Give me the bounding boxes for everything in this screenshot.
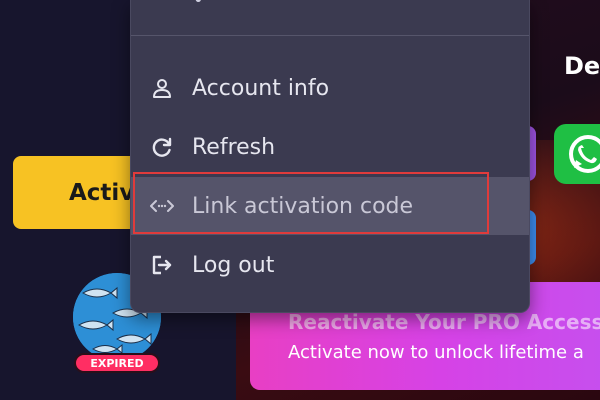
menu-item-label: Log out: [192, 252, 275, 278]
promo-title: Reactivate Your PRO Access: [288, 310, 600, 334]
whatsapp-app-tile[interactable]: [554, 124, 600, 184]
menu-item-label: Link activation code: [192, 193, 414, 219]
user-icon: [149, 75, 175, 101]
whatsapp-icon: [569, 135, 600, 173]
activate-button-label: Activ: [69, 179, 135, 206]
refresh-icon: [149, 134, 175, 160]
logout-icon: [149, 252, 175, 278]
menu-item-refresh[interactable]: Refresh: [131, 118, 529, 176]
menu-item-account-info[interactable]: Account info: [131, 59, 529, 117]
menu-item-label: Account info: [192, 75, 330, 101]
account-dropdown-menu: • Account info Refresh: [130, 0, 530, 313]
link-code-icon: [149, 193, 175, 219]
section-heading: De: [564, 52, 600, 80]
menu-item-link-activation-code[interactable]: Link activation code: [131, 177, 529, 235]
menu-item-partial[interactable]: •: [131, 0, 529, 4]
expired-badge: EXPIRED: [74, 353, 160, 373]
menu-divider: [131, 35, 529, 36]
menu-item-label: Refresh: [192, 134, 276, 160]
promo-subtitle: Activate now to unlock lifetime a: [288, 342, 584, 363]
menu-item-log-out[interactable]: Log out: [131, 236, 529, 294]
